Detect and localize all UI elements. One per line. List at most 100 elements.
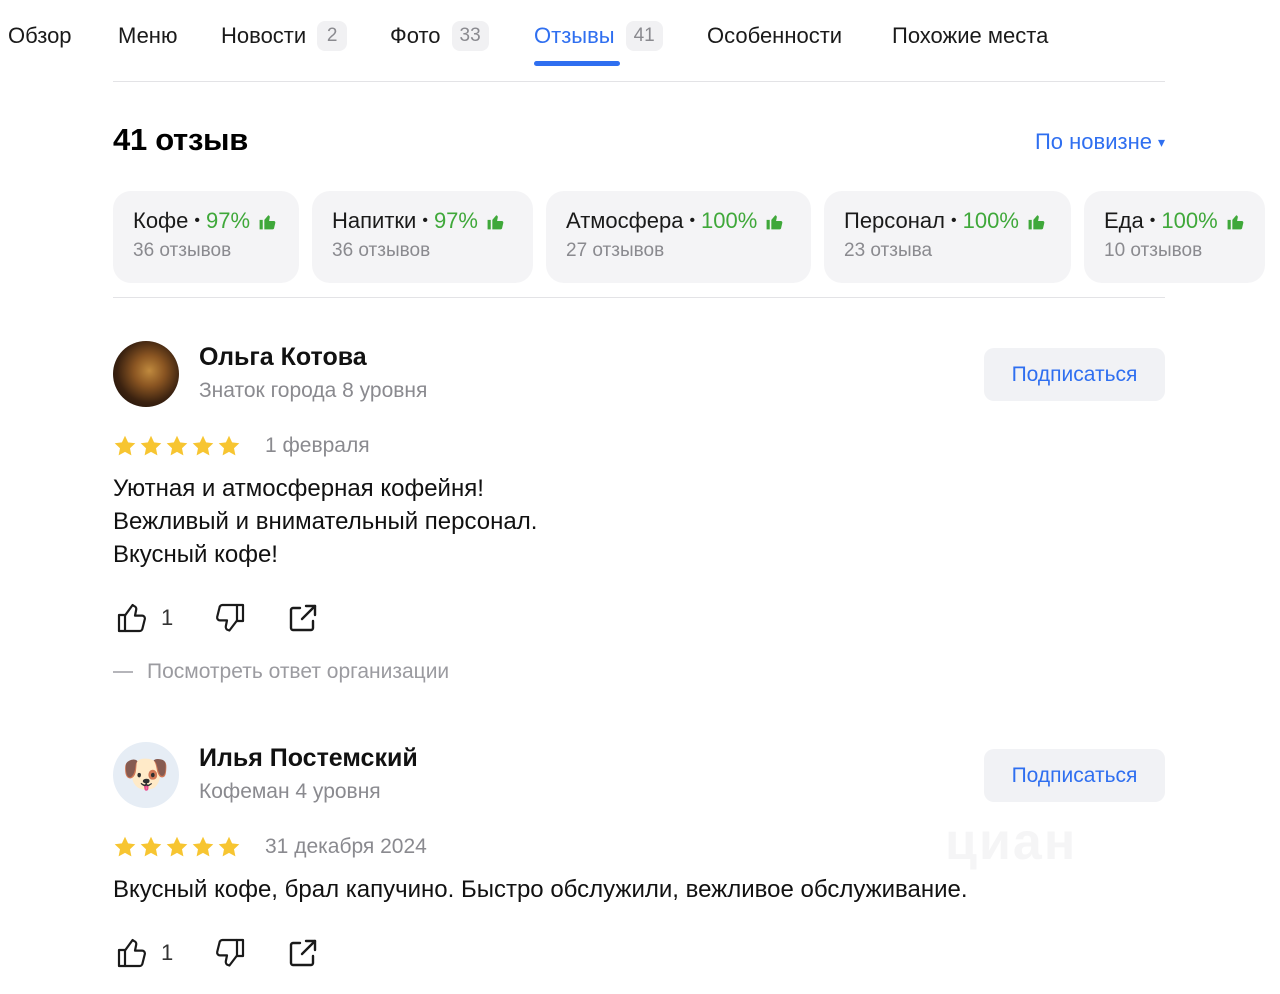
avatar[interactable] bbox=[113, 341, 179, 407]
like-count: 1 bbox=[161, 940, 174, 965]
star-icon bbox=[218, 836, 240, 857]
org-reply-label: Посмотреть ответ организации bbox=[147, 660, 450, 683]
tab-label: Отзывы bbox=[534, 23, 615, 48]
aspect-name: Кофе bbox=[133, 208, 189, 233]
avatar[interactable]: 🐶 bbox=[113, 742, 179, 808]
tab-menu[interactable]: Меню bbox=[118, 20, 177, 52]
rating-stars bbox=[113, 835, 241, 859]
aspect-chip-food[interactable]: Еда • 100% 10 отзывов bbox=[1084, 191, 1265, 283]
aspect-name: Персонал bbox=[844, 208, 945, 233]
share-icon bbox=[289, 604, 317, 632]
aspect-name: Напитки bbox=[332, 208, 417, 233]
aspect-percent: 100% bbox=[701, 208, 758, 233]
dislike-button[interactable] bbox=[211, 600, 247, 636]
aspect-reviews-count: 36 отзывов bbox=[332, 240, 431, 261]
tab-count-badge: 2 bbox=[317, 21, 348, 51]
tab-label: Обзор bbox=[8, 23, 72, 48]
review-text-line: Вежливый и внимательный персонал. bbox=[113, 508, 538, 535]
tab-features[interactable]: Особенности bbox=[707, 20, 842, 52]
thumb-up-filled-icon bbox=[259, 214, 276, 229]
share-button[interactable] bbox=[285, 935, 321, 971]
aspect-chip-atmosphere[interactable]: Атмосфера • 100% 27 отзывов bbox=[546, 191, 811, 283]
caret-down-icon: ▾ bbox=[1157, 133, 1165, 150]
star-icon bbox=[114, 836, 136, 857]
thumbs-down-icon bbox=[216, 938, 245, 967]
aspect-percent: 97% bbox=[206, 208, 251, 233]
dislike-button[interactable] bbox=[211, 935, 247, 971]
separator-dot: • bbox=[689, 212, 696, 229]
thumb-up-filled-icon bbox=[487, 214, 504, 229]
aspect-name: Атмосфера bbox=[566, 208, 684, 233]
tab-photos[interactable]: Фото 33 bbox=[390, 20, 489, 52]
sort-button[interactable]: По новизне ▾ bbox=[1035, 129, 1165, 155]
tab-count-badge: 33 bbox=[451, 21, 489, 51]
sort-label: По новизне bbox=[1034, 129, 1152, 154]
tab-label: Фото bbox=[390, 23, 441, 48]
subscribe-button[interactable]: Подписаться bbox=[984, 749, 1165, 802]
review-text-line: Вкусный кофе! bbox=[113, 541, 278, 568]
review-date: 31 декабря 2024 bbox=[265, 835, 427, 858]
aspect-reviews-count: 23 отзыва bbox=[844, 240, 933, 261]
tab-overview[interactable]: Обзор bbox=[8, 20, 72, 52]
review-text-line: Вкусный кофе, брал капучино. Быстро обсл… bbox=[113, 876, 968, 903]
thumbs-up-icon bbox=[117, 938, 146, 968]
star-icon bbox=[192, 435, 214, 456]
org-reply-link[interactable]: Посмотреть ответ организации bbox=[113, 660, 449, 684]
aspect-chip-staff[interactable]: Персонал • 100% 23 отзыва bbox=[824, 191, 1071, 283]
review-text: Уютная и атмосферная кофейня! Вежливый и… bbox=[113, 472, 537, 571]
author-level: Кофеман 4 уровня bbox=[199, 780, 381, 803]
review-text: Вкусный кофе, брал капучино. Быстро обсл… bbox=[113, 873, 968, 906]
aspect-chip-coffee[interactable]: Кофе • 97% 36 отзывов bbox=[113, 191, 299, 283]
tab-label: Похожие места bbox=[892, 23, 1049, 48]
author-name[interactable]: Ольга Котова bbox=[199, 343, 367, 372]
separator-dot: • bbox=[951, 212, 957, 229]
star-icon bbox=[192, 836, 214, 857]
thumbs-up-icon bbox=[117, 603, 146, 633]
tab-count-badge: 41 bbox=[625, 21, 663, 51]
share-icon bbox=[289, 939, 317, 967]
aspect-percent: 97% bbox=[433, 208, 478, 233]
tab-label: Меню bbox=[118, 23, 178, 48]
aspect-reviews-count: 10 отзывов bbox=[1104, 240, 1203, 261]
tab-label: Особенности bbox=[707, 23, 843, 48]
aspect-name: Еда bbox=[1104, 208, 1144, 233]
thumb-up-filled-icon bbox=[1227, 214, 1244, 229]
thumbs-down-icon bbox=[216, 603, 245, 632]
rating-stars bbox=[113, 434, 241, 458]
tab-label: Новости bbox=[221, 23, 307, 48]
aspect-reviews-count: 27 отзывов bbox=[566, 240, 665, 261]
thumb-up-filled-icon bbox=[766, 214, 783, 229]
star-icon bbox=[140, 836, 162, 857]
aspect-percent: 100% bbox=[1161, 208, 1218, 233]
star-icon bbox=[166, 836, 188, 857]
author-level: Знаток города 8 уровня bbox=[199, 379, 428, 402]
aspects-divider bbox=[113, 297, 1165, 298]
star-icon bbox=[140, 435, 162, 456]
review-text-line: Уютная и атмосферная кофейня! bbox=[113, 475, 484, 502]
like-button[interactable]: 1 bbox=[115, 600, 173, 636]
subscribe-button[interactable]: Подписаться bbox=[984, 348, 1165, 401]
reviews-count-title: 41 отзыв bbox=[113, 122, 248, 157]
like-button[interactable]: 1 bbox=[115, 935, 173, 971]
dog-face-icon: 🐶 bbox=[122, 754, 170, 796]
tab-reviews[interactable]: Отзывы 41 bbox=[534, 20, 663, 52]
separator-dot: • bbox=[194, 212, 200, 229]
star-icon bbox=[218, 435, 240, 456]
review-date: 1 февраля bbox=[265, 434, 370, 457]
star-icon bbox=[114, 435, 136, 456]
tab-similar-places[interactable]: Похожие места bbox=[892, 20, 1048, 52]
aspect-percent: 100% bbox=[962, 208, 1019, 233]
active-tab-indicator bbox=[534, 61, 620, 66]
tabs-bar: Обзор Меню Новости 2 Фото 33 Отзывы 41 Особ… bbox=[0, 0, 1280, 82]
tabs-divider bbox=[113, 81, 1165, 82]
watermark-logo: циан bbox=[945, 813, 1078, 871]
author-name[interactable]: Илья Постемский bbox=[199, 744, 418, 773]
share-button[interactable] bbox=[285, 600, 321, 636]
separator-dot: • bbox=[1149, 212, 1156, 229]
aspect-chip-drinks[interactable]: Напитки • 97% 36 отзывов bbox=[312, 191, 533, 283]
aspect-reviews-count: 36 отзывов bbox=[133, 240, 232, 261]
dash-icon bbox=[113, 671, 133, 673]
tab-news[interactable]: Новости 2 bbox=[221, 20, 348, 52]
like-count: 1 bbox=[161, 605, 174, 630]
separator-dot: • bbox=[422, 212, 428, 229]
